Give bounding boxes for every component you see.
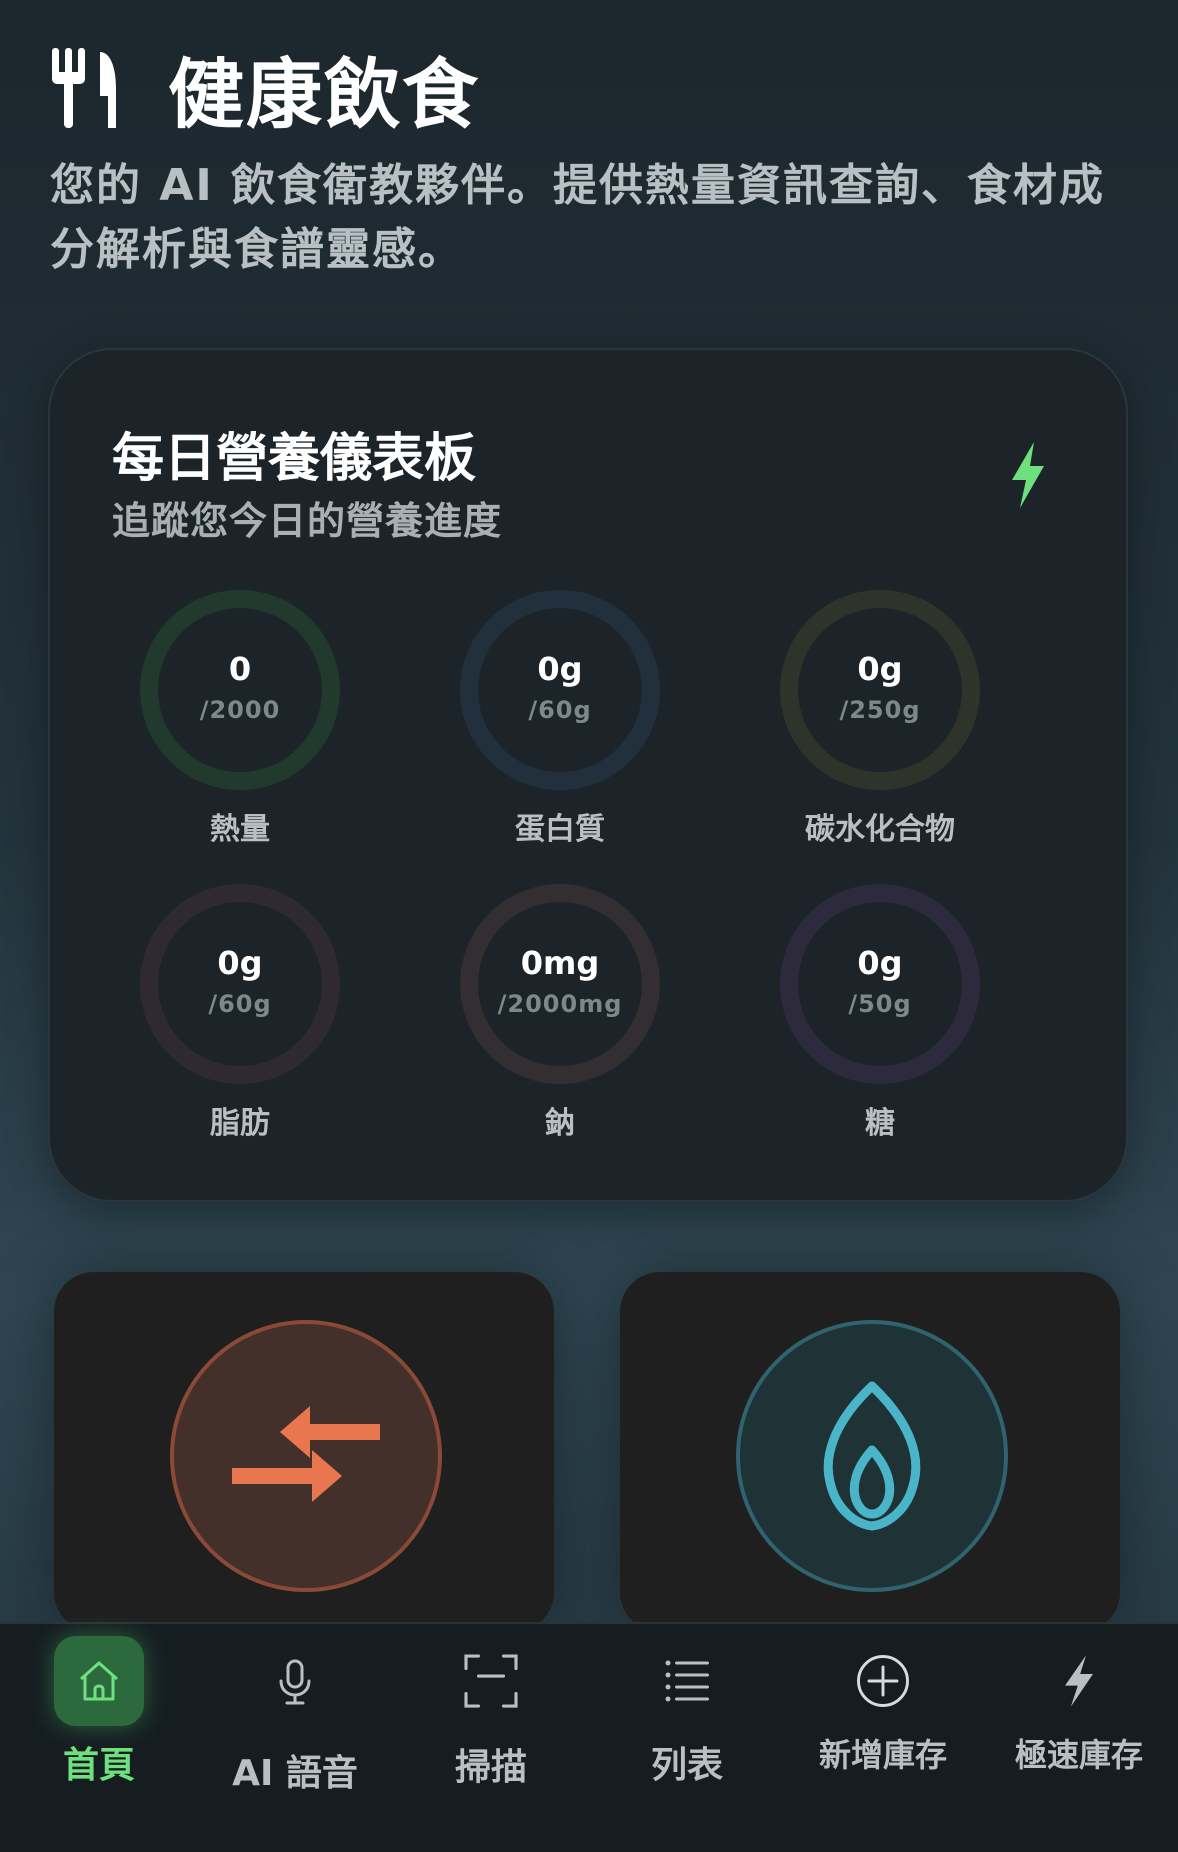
page-title: 健康飲食	[168, 50, 480, 139]
scan-icon	[464, 1654, 518, 1708]
metric-goal: /2000	[199, 696, 281, 724]
metric-label: 脂肪	[210, 1106, 270, 1141]
nav-item-ai-voice[interactable]: AI 語音	[197, 1624, 393, 1824]
progress-ring	[780, 590, 980, 790]
bottom-nav: 首頁 AI 語音 掃描 列表 新增庫存 極速庫存	[0, 1622, 1178, 1852]
feature-card-calories[interactable]	[620, 1272, 1120, 1632]
nav-icon-container	[250, 1636, 340, 1726]
flame-circle	[736, 1320, 1008, 1592]
nav-label: 列表	[650, 1745, 723, 1786]
metric-value: 0g	[537, 650, 583, 688]
metric-fat[interactable]: 0g /60g 脂肪	[110, 884, 370, 1144]
progress-ring	[780, 884, 980, 1084]
nav-item-add-inventory[interactable]: 新增庫存	[785, 1624, 981, 1824]
progress-ring	[460, 590, 660, 790]
swap-arrows-icon	[232, 1406, 380, 1502]
metric-label: 熱量	[210, 812, 270, 847]
metric-goal: /60g	[528, 696, 592, 724]
page-subtitle: 您的 AI 飲食衛教夥伴。提供熱量資訊查詢、食材成分解析與食譜靈感。	[50, 160, 1106, 275]
progress-ring	[140, 590, 340, 790]
flame-icon	[823, 1381, 921, 1531]
feature-card-swap[interactable]	[54, 1272, 554, 1632]
bolt-icon[interactable]	[1008, 442, 1048, 508]
nav-icon-container	[1034, 1636, 1124, 1726]
nav-label: 首頁	[62, 1745, 135, 1786]
metric-label: 糖	[865, 1106, 895, 1141]
metric-value: 0g	[857, 650, 903, 688]
nav-item-list[interactable]: 列表	[589, 1624, 785, 1824]
nav-icon-container	[54, 1636, 144, 1726]
home-icon	[80, 1661, 118, 1701]
swap-circle	[170, 1320, 442, 1592]
nav-label: 新增庫存	[818, 1736, 947, 1774]
microphone-icon	[279, 1659, 311, 1705]
metric-sugar[interactable]: 0g /50g 糖	[750, 884, 1010, 1144]
dashboard-subtitle: 追蹤您今日的營養進度	[112, 499, 503, 543]
nav-icon-container	[446, 1636, 536, 1726]
utensils-icon	[52, 48, 116, 128]
metric-sodium[interactable]: 0mg /2000mg 鈉	[430, 884, 690, 1144]
nav-label: 掃描	[454, 1747, 527, 1788]
metric-carbs[interactable]: 0g /250g 碳水化合物	[750, 590, 1010, 850]
metric-goal: /250g	[839, 696, 921, 724]
metric-label: 碳水化合物	[805, 812, 955, 847]
metric-value: 0g	[217, 944, 263, 982]
add-circle-icon	[857, 1655, 909, 1707]
nav-item-scan[interactable]: 掃描	[393, 1624, 589, 1824]
progress-ring	[460, 884, 660, 1084]
metric-label: 蛋白質	[515, 812, 605, 847]
nav-item-quick-inventory[interactable]: 極速庫存	[981, 1624, 1177, 1824]
metric-value: 0mg	[520, 944, 600, 982]
metric-protein[interactable]: 0g /60g 蛋白質	[430, 590, 690, 850]
nav-label: 極速庫存	[1014, 1736, 1143, 1774]
nav-label: AI 語音	[232, 1753, 358, 1794]
metric-goal: /50g	[848, 990, 912, 1018]
metric-goal: /2000mg	[497, 990, 623, 1018]
metric-label: 鈉	[545, 1106, 575, 1141]
bolt-icon	[1065, 1655, 1093, 1707]
metric-goal: /60g	[208, 990, 272, 1018]
progress-ring	[140, 884, 340, 1084]
page-header: 健康飲食 您的 AI 飲食衛教夥伴。提供熱量資訊查詢、食材成分解析與食譜靈感。	[50, 48, 1130, 282]
nav-item-home[interactable]: 首頁	[1, 1624, 197, 1824]
metric-calories[interactable]: 0 /2000 熱量	[110, 590, 370, 850]
nav-icon-container	[838, 1636, 928, 1726]
list-icon	[665, 1660, 709, 1702]
metric-value: 0g	[857, 944, 903, 982]
nav-icon-container	[642, 1636, 732, 1726]
nutrition-dashboard: 每日營養儀表板 追蹤您今日的營養進度 0 /2000 熱量 0g /60g 蛋白…	[48, 348, 1128, 1202]
dashboard-title: 每日營養儀表板	[112, 429, 477, 489]
metric-value: 0	[228, 650, 252, 688]
